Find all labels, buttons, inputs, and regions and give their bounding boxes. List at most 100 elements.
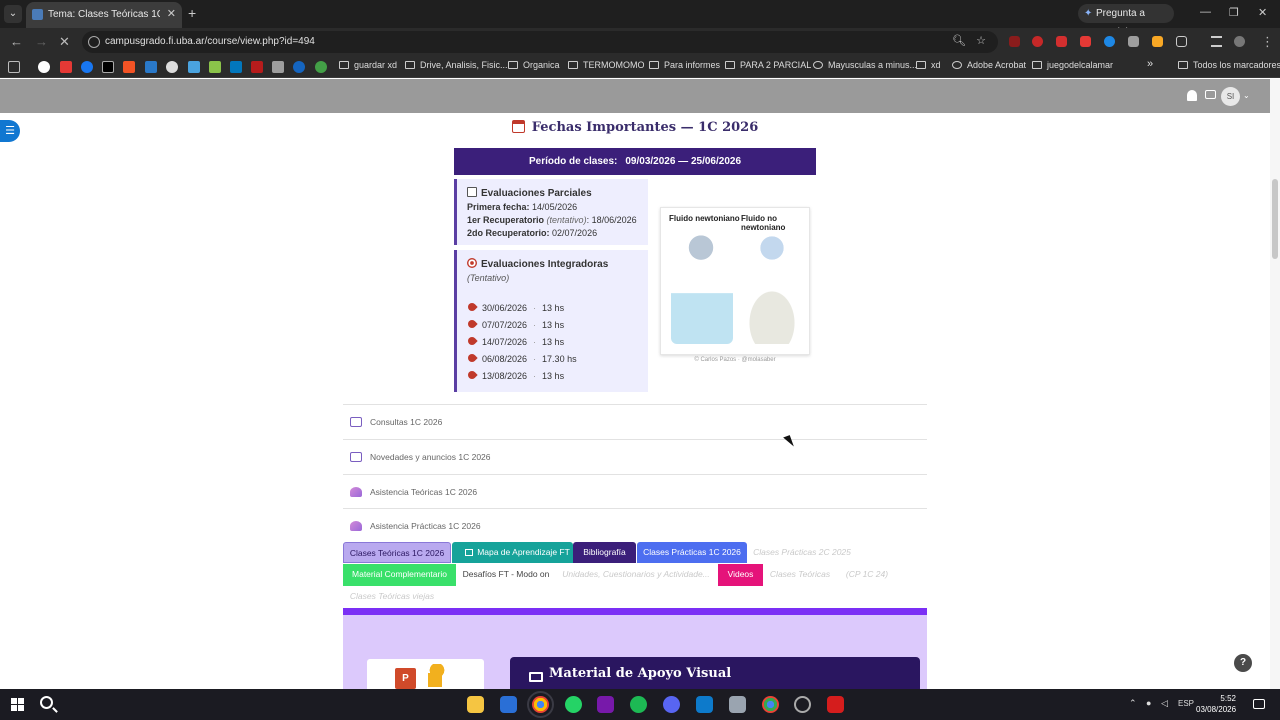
- activity-asistencia-teoricas[interactable]: Asistencia Teóricas 1C 2026: [350, 483, 477, 501]
- tab-clases-teoricas-1c-2026[interactable]: Clases Teóricas 1C 2026: [343, 542, 451, 563]
- all-bookmarks-folder[interactable]: Todos los marcadores: [1178, 60, 1280, 70]
- apps-grid-icon[interactable]: [8, 61, 20, 73]
- tab-desafios-ft[interactable]: Desafíos FT - Modo on: [458, 564, 554, 585]
- extension-icon[interactable]: [1032, 36, 1043, 47]
- restore-icon[interactable]: ❐: [1229, 6, 1239, 19]
- outlook-bookmark-icon[interactable]: [145, 61, 157, 73]
- onenote-icon[interactable]: [597, 696, 614, 713]
- facebook-bookmark-icon[interactable]: [81, 61, 93, 73]
- user-avatar[interactable]: SI: [1221, 87, 1240, 106]
- taskbar-search-icon[interactable]: [40, 696, 53, 709]
- chrome-profile-icon[interactable]: [762, 696, 779, 713]
- google-bookmark-icon[interactable]: [38, 61, 50, 73]
- microphone-icon[interactable]: ●: [1146, 698, 1151, 708]
- bookmark-folder[interactable]: TERMOMOMO: [568, 60, 645, 70]
- scrollbar-thumb[interactable]: [1272, 179, 1278, 259]
- chrome-icon[interactable]: [527, 691, 554, 718]
- bookmark-link[interactable]: Adobe Acrobat: [952, 60, 1026, 70]
- notifications-bell-icon[interactable]: [1187, 90, 1197, 101]
- acrobat-icon[interactable]: [827, 696, 844, 713]
- volume-icon[interactable]: ◁: [1161, 698, 1168, 709]
- tab-close-icon[interactable]: ✕: [167, 7, 176, 20]
- tab-list-icon[interactable]: [1211, 36, 1222, 47]
- extension-icon[interactable]: [1128, 36, 1139, 47]
- more-bookmarks-icon[interactable]: »: [1147, 58, 1153, 70]
- search-icon[interactable]: 🔍︎: [952, 34, 966, 47]
- notifications-icon[interactable]: [1253, 699, 1265, 709]
- new-tab-icon[interactable]: +: [188, 5, 196, 21]
- bookmark-icon[interactable]: [209, 61, 221, 73]
- stop-loading-icon[interactable]: ✕: [59, 34, 70, 50]
- address-bar[interactable]: campusgrado.fi.uba.ar/course/view.php?id…: [82, 31, 998, 53]
- help-button[interactable]: ?: [1234, 654, 1252, 672]
- activity-consultas[interactable]: Consultas 1C 2026: [350, 413, 442, 431]
- file-explorer-icon[interactable]: [467, 696, 484, 713]
- app-icon[interactable]: [794, 696, 811, 713]
- bookmark-icon[interactable]: [188, 61, 200, 73]
- bookmark-folder[interactable]: guardar xd: [339, 60, 397, 70]
- bookmark-icon[interactable]: [293, 61, 305, 73]
- bookmark-folder[interactable]: juegodelcalamar: [1032, 60, 1113, 70]
- office-bookmark-icon[interactable]: [123, 61, 135, 73]
- extension-icon[interactable]: [1104, 36, 1115, 47]
- tab-clases-teoricas-viejas[interactable]: Clases Teóricas viejas: [346, 586, 438, 607]
- windows-start-icon[interactable]: [11, 698, 24, 711]
- bookmark-folder[interactable]: Para informes: [649, 60, 720, 70]
- tab-unidades-cuestionarios[interactable]: Unidades, Cuestionarios y Actividade...: [560, 564, 712, 585]
- browser-tab[interactable]: Tema: Clases Teóricas 1C 2026 | ✕: [26, 2, 182, 28]
- youtube-bookmark-icon[interactable]: [60, 61, 72, 73]
- whatsapp-icon[interactable]: [565, 696, 582, 713]
- tab-mapa-aprendizaje[interactable]: Mapa de Aprendizaje FT: [452, 542, 573, 563]
- tab-search-icon[interactable]: ⌄: [4, 5, 22, 23]
- close-window-icon[interactable]: ✕: [1258, 6, 1267, 19]
- messages-icon[interactable]: [1205, 90, 1216, 99]
- bookmark-icon[interactable]: [230, 61, 242, 73]
- course-index-toggle-icon[interactable]: ☰: [0, 120, 20, 142]
- activity-novedades[interactable]: Novedades y anuncios 1C 2026: [350, 448, 491, 466]
- extension-icon[interactable]: [1080, 36, 1091, 47]
- vscode-icon[interactable]: [696, 696, 713, 713]
- tab-videos[interactable]: Videos: [718, 564, 763, 586]
- extensions-puzzle-icon[interactable]: [1176, 36, 1187, 47]
- bookmark-folder[interactable]: xd: [916, 60, 941, 70]
- back-icon[interactable]: ←: [10, 34, 23, 49]
- x-bookmark-icon[interactable]: [102, 61, 114, 73]
- url-text[interactable]: campusgrado.fi.uba.ar/course/view.php?id…: [105, 36, 315, 47]
- extension-icon[interactable]: [1152, 36, 1163, 47]
- site-info-icon[interactable]: [88, 36, 100, 48]
- extension-icon[interactable]: [1009, 36, 1020, 47]
- tab-cp-1c-24[interactable]: (CP 1C 24): [840, 564, 894, 585]
- profile-icon[interactable]: [1234, 36, 1245, 47]
- bookmark-icon[interactable]: [166, 61, 178, 73]
- activity-asistencia-practicas[interactable]: Asistencia Prácticas 1C 2026: [350, 517, 481, 535]
- bookmark-icon[interactable]: [315, 61, 327, 73]
- browser-menu-icon[interactable]: ⋮: [1261, 34, 1274, 50]
- taskbar-clock[interactable]: 5:52 03/08/2026: [1196, 693, 1236, 715]
- tab-clases-practicas-2c-2025[interactable]: Clases Prácticas 2C 2025: [750, 542, 854, 563]
- tab-bibliografia[interactable]: Bibliografía: [573, 542, 636, 563]
- bookmark-icon[interactable]: [251, 61, 263, 73]
- bookmark-icon[interactable]: [272, 61, 284, 73]
- bookmark-folder[interactable]: PARA 2 PARCIAL: [725, 60, 811, 70]
- gemini-button[interactable]: ✦ Pregunta a Gemini: [1078, 4, 1174, 38]
- forward-icon[interactable]: →: [35, 34, 48, 49]
- bookmark-star-icon[interactable]: ☆: [976, 34, 986, 47]
- tab-clases-practicas-1c-2026[interactable]: Clases Prácticas 1C 2026: [637, 542, 747, 563]
- language-indicator[interactable]: ESP: [1178, 699, 1194, 708]
- app-icon[interactable]: [729, 696, 746, 713]
- discord-icon[interactable]: [663, 696, 680, 713]
- user-menu-caret-icon[interactable]: ⌄: [1243, 91, 1250, 100]
- page-scrollbar[interactable]: [1270, 79, 1280, 689]
- parciales-card: Evaluaciones Parciales Primera fecha: 14…: [454, 179, 648, 245]
- minimize-icon[interactable]: —: [1200, 6, 1211, 18]
- store-icon[interactable]: [500, 696, 517, 713]
- bookmark-folder[interactable]: Drive, Analisis, Fisic...: [405, 60, 508, 70]
- bookmark-folder[interactable]: Organica: [508, 60, 560, 70]
- extension-icon[interactable]: [1056, 36, 1067, 47]
- tab-clases-teoricas[interactable]: Clases Teóricas: [767, 564, 833, 585]
- spotify-icon[interactable]: [630, 696, 647, 713]
- tab-material-complementario[interactable]: Material Complementario: [343, 564, 456, 586]
- parciales-heading: Evaluaciones Parciales: [467, 187, 648, 200]
- tray-chevron-icon[interactable]: ⌃: [1129, 698, 1137, 709]
- bookmark-link[interactable]: Mayusculas a minus...: [813, 60, 917, 70]
